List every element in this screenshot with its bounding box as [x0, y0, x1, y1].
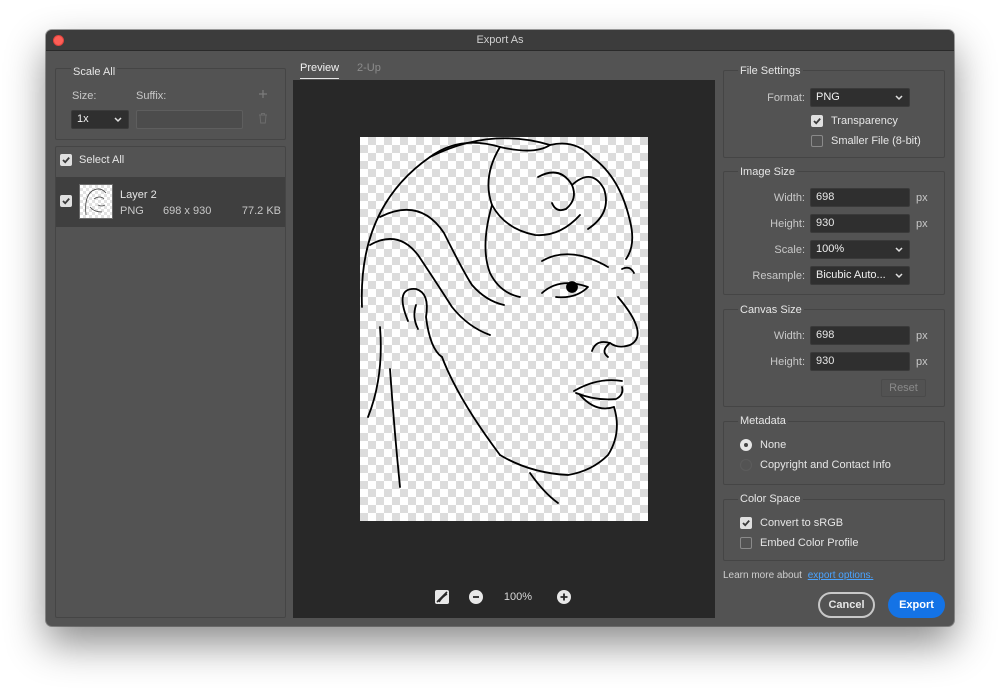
image-height-unit: px: [916, 218, 928, 230]
canvas-width-label: Width:: [773, 330, 805, 342]
cancel-button-label: Cancel: [828, 599, 865, 611]
format-label: Format:: [767, 92, 805, 104]
checkmark-icon: [62, 157, 70, 164]
format-select[interactable]: PNG: [810, 88, 910, 107]
size-select[interactable]: 1x: [71, 110, 129, 129]
scale-select-value: 100%: [816, 243, 845, 255]
trash-icon[interactable]: [258, 112, 268, 124]
layer-row[interactable]: Layer 2 PNG 698 x 930 77.2 KB: [56, 177, 285, 227]
plus-circle-icon[interactable]: [557, 590, 571, 604]
resample-select[interactable]: Bicubic Auto...: [810, 266, 910, 285]
image-height-label: Height:: [770, 218, 805, 230]
file-settings-heading: File Settings: [738, 65, 803, 77]
reset-button-label: Reset: [889, 382, 918, 394]
window-title: Export As: [476, 34, 524, 46]
scale-label: Scale:: [774, 244, 805, 256]
layer-thumbnail: [79, 184, 113, 219]
learn-more-prefix: Learn more about: [723, 570, 802, 581]
image-height-input[interactable]: 930: [810, 214, 910, 233]
convert-srgb-checkbox[interactable]: [740, 517, 752, 529]
checkmark-icon: [742, 520, 750, 527]
tab-2-up[interactable]: 2-Up: [357, 62, 381, 74]
zoom-level: 100%: [503, 591, 533, 603]
tab-preview[interactable]: Preview: [300, 62, 340, 79]
scale-select[interactable]: 100%: [810, 240, 910, 259]
chevron-down-icon: [114, 117, 122, 123]
size-select-value: 1x: [77, 113, 89, 125]
export-as-dialog: Export As Scale All Size: Suffix: 1x Sel…: [46, 30, 954, 626]
canvas-height-label: Height:: [770, 356, 805, 368]
metadata-heading: Metadata: [738, 415, 788, 427]
embed-profile-label: Embed Color Profile: [760, 537, 859, 549]
export-options-link[interactable]: export options.: [808, 570, 874, 581]
chevron-down-icon: [895, 95, 903, 101]
transparency-label: Transparency: [831, 115, 898, 127]
canvas-width-unit: px: [916, 330, 928, 342]
reset-button[interactable]: Reset: [881, 379, 926, 397]
metadata-copyright-label: Copyright and Contact Info: [760, 459, 891, 471]
resample-label: Resample:: [752, 270, 805, 282]
metadata-copyright-radio[interactable]: [740, 459, 752, 471]
title-bar: Export As: [46, 30, 954, 51]
layer-name: Layer 2: [120, 189, 157, 201]
transparency-checkbox[interactable]: [811, 115, 823, 127]
preview-area: 100%: [293, 80, 715, 618]
metadata-panel: [723, 421, 945, 485]
minus-circle-icon[interactable]: [469, 590, 483, 604]
format-select-value: PNG: [816, 91, 840, 103]
embed-profile-checkbox[interactable]: [740, 537, 752, 549]
size-label: Size:: [72, 90, 97, 102]
smaller-file-label: Smaller File (8-bit): [831, 135, 921, 147]
image-width-label: Width:: [773, 192, 805, 204]
layer-format: PNG: [120, 205, 144, 217]
checkmark-icon: [62, 198, 70, 205]
canvas-height-input[interactable]: 930: [810, 352, 910, 371]
image-width-unit: px: [916, 192, 928, 204]
tab-preview-label: Preview: [300, 62, 340, 74]
canvas-width-input[interactable]: 698: [810, 326, 910, 345]
layer-checkbox[interactable]: [60, 195, 72, 207]
learn-more-text: Learn more about export options.: [723, 570, 873, 581]
chevron-down-icon: [895, 273, 903, 279]
plus-icon[interactable]: [258, 89, 268, 99]
smaller-file-checkbox[interactable]: [811, 135, 823, 147]
layer-dimensions: 698 x 930: [163, 205, 212, 217]
scale-all-panel: [55, 68, 286, 140]
canvas-background-icon[interactable]: [435, 590, 449, 604]
image-size-heading: Image Size: [738, 166, 798, 178]
portrait-line-art: [360, 137, 639, 504]
suffix-input[interactable]: [136, 110, 243, 129]
color-space-heading: Color Space: [738, 493, 803, 505]
suffix-label: Suffix:: [136, 90, 167, 102]
cancel-button[interactable]: Cancel: [818, 592, 875, 618]
chevron-down-icon: [895, 247, 903, 253]
export-button-label: Export: [899, 599, 934, 611]
convert-srgb-label: Convert to sRGB: [760, 517, 844, 529]
select-all-checkbox[interactable]: [60, 154, 72, 166]
checkmark-icon: [813, 118, 821, 125]
select-all-label: Select All: [79, 154, 125, 166]
canvas-height-unit: px: [916, 356, 928, 368]
scale-all-heading: Scale All: [71, 66, 118, 78]
color-space-panel: [723, 499, 945, 561]
layer-file-size: 77.2 KB: [241, 205, 281, 217]
export-button[interactable]: Export: [888, 592, 945, 618]
image-width-input[interactable]: 698: [810, 188, 910, 207]
resample-select-value: Bicubic Auto...: [816, 269, 886, 281]
metadata-none-radio[interactable]: [740, 439, 752, 451]
preview-image: [360, 137, 648, 521]
tab-2-up-label: 2-Up: [357, 62, 381, 74]
canvas-size-heading: Canvas Size: [738, 304, 804, 316]
metadata-none-label: None: [760, 439, 787, 451]
